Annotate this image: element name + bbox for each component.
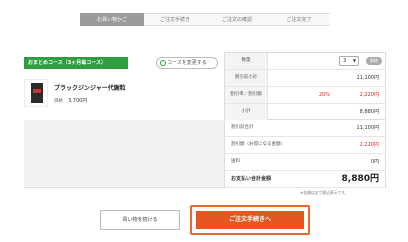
radio-circle-icon: [160, 60, 166, 66]
row-value: 11,100円: [356, 125, 380, 131]
row-label: 送料: [231, 159, 240, 164]
discount-rate: 20%: [319, 92, 331, 98]
row-label: 小計: [225, 104, 268, 120]
step-cart: お買い物かご: [80, 13, 144, 26]
quantity-row: 数量 3 ▼ 削除: [225, 53, 385, 70]
grand-total-label: お支払い合計金額: [231, 176, 272, 182]
checkout-button-frame: ご注文手続きへ: [190, 205, 310, 235]
discount-amount: 2,220円: [359, 92, 379, 98]
checkout-button[interactable]: ご注文手続きへ: [196, 211, 304, 229]
quantity-value: 3: [343, 58, 347, 64]
row-value: 8,880円: [359, 109, 379, 115]
step-order-procedure: ご注文手続き: [144, 13, 206, 26]
delete-button[interactable]: 削除: [366, 57, 382, 65]
row-label: 割引前合計: [231, 125, 254, 130]
product-thumbnail[interactable]: [24, 79, 48, 107]
step-order-complete: ご注文完了: [268, 13, 330, 26]
change-course-button[interactable]: コースを変更する: [156, 57, 218, 69]
grand-total-value: 8,880円: [341, 174, 379, 184]
row-label: 割引率／割引額: [225, 87, 268, 103]
product-price-label: 価格: [54, 99, 63, 104]
continue-shopping-button[interactable]: 買い物を続ける: [100, 210, 180, 230]
order-table: 数量 3 ▼ 削除 割引前小計 11,100円 割引率／割引額 20% 2,22…: [224, 52, 386, 120]
shipping-row: 送料 0円: [225, 154, 385, 171]
quantity-label: 数量: [225, 53, 268, 69]
quantity-select[interactable]: 3 ▼: [339, 56, 359, 66]
summary-spacer: [24, 120, 224, 188]
row-label: 割引額（お得になる金額）: [231, 142, 285, 147]
row-value: 11,100円: [356, 75, 380, 81]
row-value: 0円: [370, 159, 379, 165]
product-name[interactable]: ブラックジンジャー代謝粒: [54, 83, 126, 92]
product-package-image: [31, 83, 43, 103]
tax-note: ※金額は全て税込表示です。: [300, 190, 349, 195]
chevron-down-icon: ▼: [352, 58, 356, 63]
course-badge: おまとめコース（3ヶ月毎コース）: [24, 57, 128, 69]
change-course-label: コースを変更する: [167, 60, 207, 66]
product-price: 3,700円: [68, 98, 88, 104]
row-label: 割引前小計: [225, 70, 268, 86]
total-before-discount-row: 割引前合計 11,100円: [225, 120, 385, 137]
row-value: 2,220円: [359, 142, 379, 148]
grand-total-row: お支払い合計金額 8,880円: [225, 171, 385, 188]
totals-table: 割引前合計 11,100円 割引額（お得になる金額） 2,220円 送料 0円 …: [224, 120, 386, 188]
total-discount-row: 割引額（お得になる金額） 2,220円: [225, 137, 385, 154]
step-order-confirm: ご注文の確認: [206, 13, 268, 26]
subtotal-row: 小計 8,880円: [225, 104, 385, 120]
subtotal-before-discount-row: 割引前小計 11,100円: [225, 70, 385, 87]
checkout-steps: お買い物かご ご注文手続き ご注文の確認 ご注文完了: [80, 13, 330, 26]
discount-row: 割引率／割引額 20% 2,220円: [225, 87, 385, 104]
